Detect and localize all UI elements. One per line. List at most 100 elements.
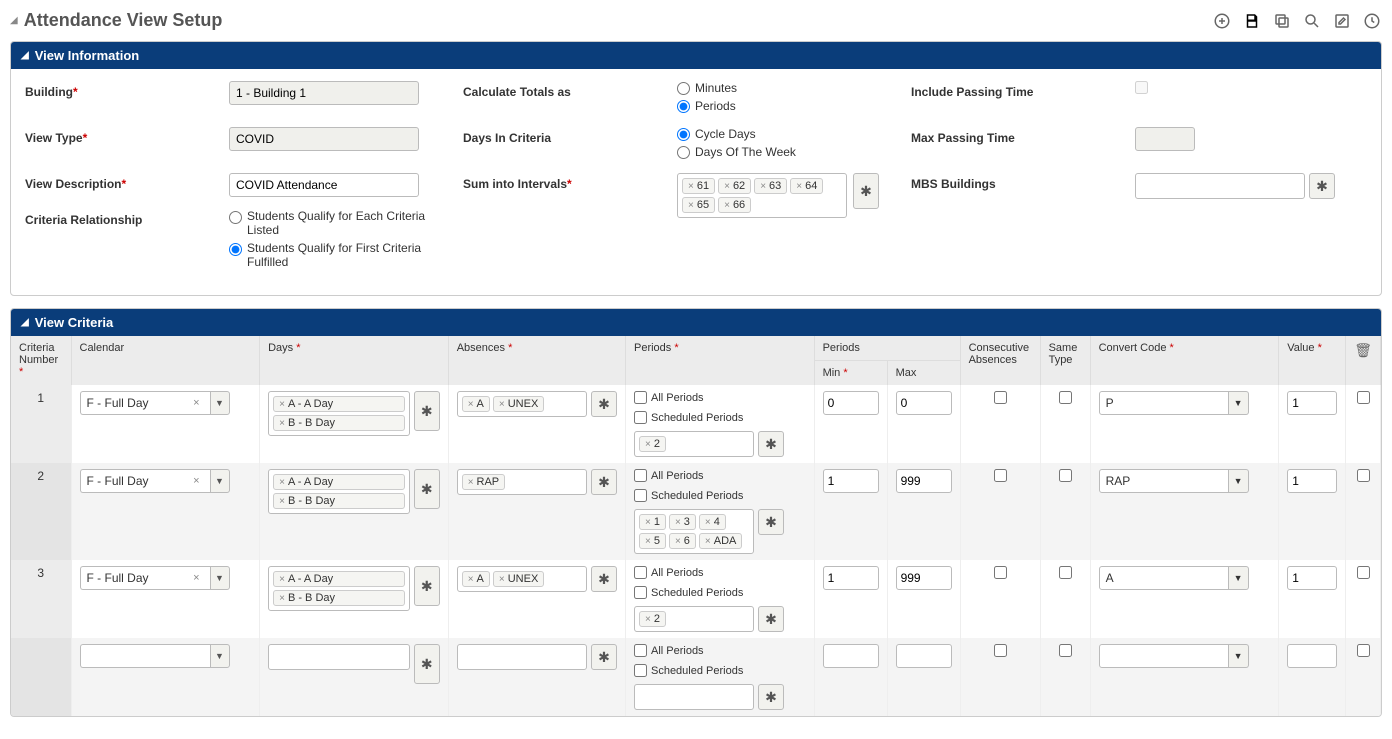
tag-remove-icon[interactable]: × bbox=[796, 181, 802, 192]
min-input[interactable] bbox=[823, 469, 879, 493]
clear-icon[interactable]: × bbox=[189, 572, 203, 584]
days-picker-button[interactable]: ✱ bbox=[414, 566, 440, 606]
clear-icon[interactable]: × bbox=[189, 397, 203, 409]
delete-row-checkbox[interactable] bbox=[1357, 566, 1370, 579]
dropdown-button[interactable]: ▼ bbox=[210, 644, 230, 668]
absences-tags[interactable]: ×A×UNEX bbox=[457, 566, 587, 592]
calendar-select[interactable]: F - Full Day× bbox=[80, 469, 210, 493]
page-collapse-caret[interactable]: ◢ bbox=[10, 15, 18, 26]
value-input[interactable] bbox=[1287, 566, 1337, 590]
convert-code-select[interactable]: RAP bbox=[1099, 469, 1229, 493]
search-icon[interactable] bbox=[1302, 11, 1322, 31]
min-input[interactable] bbox=[823, 644, 879, 668]
tag-remove-icon[interactable]: × bbox=[279, 477, 285, 488]
delete-row-checkbox[interactable] bbox=[1357, 644, 1370, 657]
max-input[interactable] bbox=[896, 469, 952, 493]
tag-remove-icon[interactable]: × bbox=[645, 439, 651, 450]
scheduled-periods-checkbox[interactable] bbox=[634, 664, 647, 677]
radio-cycle-days[interactable] bbox=[677, 128, 690, 141]
periods-picker-button[interactable]: ✱ bbox=[758, 684, 784, 710]
all-periods-checkbox[interactable] bbox=[634, 469, 647, 482]
dropdown-button[interactable]: ▼ bbox=[1229, 566, 1249, 590]
absences-picker-button[interactable]: ✱ bbox=[591, 469, 617, 495]
tag-remove-icon[interactable]: × bbox=[724, 200, 730, 211]
mbs-buildings-tags[interactable] bbox=[1135, 173, 1305, 199]
include-passing-checkbox[interactable] bbox=[1135, 81, 1148, 94]
sum-intervals-tags[interactable]: ×61 ×62 ×63 ×64 ×65 ×66 bbox=[677, 173, 847, 218]
view-criteria-header[interactable]: ◢ View Criteria bbox=[11, 309, 1381, 336]
value-input[interactable] bbox=[1287, 391, 1337, 415]
convert-code-select[interactable] bbox=[1099, 644, 1229, 668]
tag-remove-icon[interactable]: × bbox=[645, 517, 651, 528]
dropdown-button[interactable]: ▼ bbox=[210, 566, 230, 590]
dropdown-button[interactable]: ▼ bbox=[210, 391, 230, 415]
period-tags[interactable]: ×2 bbox=[634, 431, 754, 457]
radio-minutes[interactable] bbox=[677, 82, 690, 95]
consecutive-checkbox[interactable] bbox=[994, 566, 1007, 579]
tag-remove-icon[interactable]: × bbox=[279, 496, 285, 507]
convert-code-select[interactable]: P bbox=[1099, 391, 1229, 415]
value-input[interactable] bbox=[1287, 469, 1337, 493]
tag-remove-icon[interactable]: × bbox=[645, 536, 651, 547]
add-icon[interactable] bbox=[1212, 11, 1232, 31]
radio-days-of-week[interactable] bbox=[677, 146, 690, 159]
all-periods-checkbox[interactable] bbox=[634, 566, 647, 579]
dropdown-button[interactable]: ▼ bbox=[1229, 469, 1249, 493]
consecutive-checkbox[interactable] bbox=[994, 391, 1007, 404]
save-icon[interactable] bbox=[1242, 11, 1262, 31]
absences-tags[interactable] bbox=[457, 644, 587, 670]
value-input[interactable] bbox=[1287, 644, 1337, 668]
all-periods-checkbox[interactable] bbox=[634, 644, 647, 657]
tag-remove-icon[interactable]: × bbox=[688, 181, 694, 192]
radio-periods[interactable] bbox=[677, 100, 690, 113]
tag-remove-icon[interactable]: × bbox=[675, 517, 681, 528]
clear-icon[interactable]: × bbox=[189, 475, 203, 487]
min-input[interactable] bbox=[823, 391, 879, 415]
sum-intervals-picker-button[interactable]: ✱ bbox=[853, 173, 879, 209]
tag-remove-icon[interactable]: × bbox=[675, 536, 681, 547]
convert-code-select[interactable]: A bbox=[1099, 566, 1229, 590]
delete-row-checkbox[interactable] bbox=[1357, 391, 1370, 404]
dropdown-button[interactable]: ▼ bbox=[210, 469, 230, 493]
view-description-input[interactable] bbox=[229, 173, 419, 197]
scheduled-periods-checkbox[interactable] bbox=[634, 489, 647, 502]
tag-remove-icon[interactable]: × bbox=[279, 418, 285, 429]
dropdown-button[interactable]: ▼ bbox=[1229, 644, 1249, 668]
max-input[interactable] bbox=[896, 391, 952, 415]
same-type-checkbox[interactable] bbox=[1059, 391, 1072, 404]
period-tags[interactable] bbox=[634, 684, 754, 710]
tag-remove-icon[interactable]: × bbox=[645, 614, 651, 625]
mbs-picker-button[interactable]: ✱ bbox=[1309, 173, 1335, 199]
calendar-select[interactable]: F - Full Day× bbox=[80, 391, 210, 415]
periods-picker-button[interactable]: ✱ bbox=[758, 509, 784, 535]
days-tags[interactable]: ×A - A Day×B - B Day bbox=[268, 566, 410, 611]
periods-picker-button[interactable]: ✱ bbox=[758, 431, 784, 457]
tag-remove-icon[interactable]: × bbox=[724, 181, 730, 192]
absences-tags[interactable]: ×A×UNEX bbox=[457, 391, 587, 417]
absences-picker-button[interactable]: ✱ bbox=[591, 566, 617, 592]
radio-each-criteria[interactable] bbox=[229, 211, 242, 224]
trash-icon[interactable]: 🗑 bbox=[1354, 342, 1372, 358]
tag-remove-icon[interactable]: × bbox=[468, 399, 474, 410]
days-tags[interactable]: ×A - A Day×B - B Day bbox=[268, 469, 410, 514]
days-picker-button[interactable]: ✱ bbox=[414, 391, 440, 431]
view-info-header[interactable]: ◢ View Information bbox=[11, 42, 1381, 69]
tag-remove-icon[interactable]: × bbox=[279, 593, 285, 604]
scheduled-periods-checkbox[interactable] bbox=[634, 411, 647, 424]
calendar-select[interactable] bbox=[80, 644, 210, 668]
days-picker-button[interactable]: ✱ bbox=[414, 644, 440, 684]
same-type-checkbox[interactable] bbox=[1059, 644, 1072, 657]
days-picker-button[interactable]: ✱ bbox=[414, 469, 440, 509]
period-tags[interactable]: ×1×3×4×5×6×ADA bbox=[634, 509, 754, 554]
same-type-checkbox[interactable] bbox=[1059, 566, 1072, 579]
days-tags[interactable]: ×A - A Day×B - B Day bbox=[268, 391, 410, 436]
scheduled-periods-checkbox[interactable] bbox=[634, 586, 647, 599]
tag-remove-icon[interactable]: × bbox=[468, 574, 474, 585]
min-input[interactable] bbox=[823, 566, 879, 590]
absences-picker-button[interactable]: ✱ bbox=[591, 644, 617, 670]
max-input[interactable] bbox=[896, 566, 952, 590]
period-tags[interactable]: ×2 bbox=[634, 606, 754, 632]
tag-remove-icon[interactable]: × bbox=[499, 399, 505, 410]
clock-icon[interactable] bbox=[1362, 11, 1382, 31]
dropdown-button[interactable]: ▼ bbox=[1229, 391, 1249, 415]
